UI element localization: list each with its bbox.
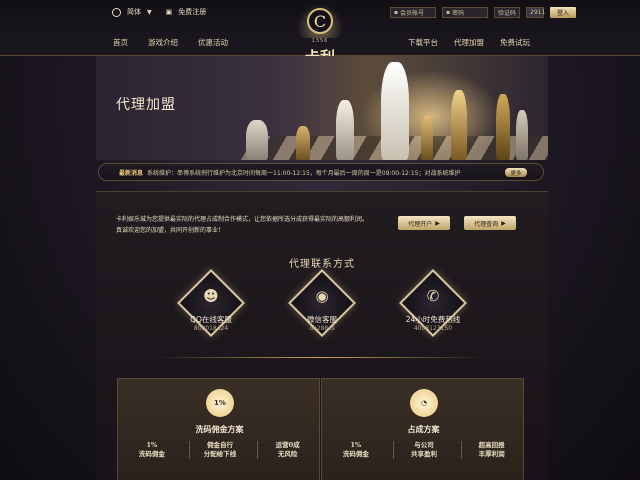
plan-title: 洗码佣金方案	[195, 425, 244, 434]
chess-piece-image	[421, 116, 433, 160]
logo-year: 1356	[311, 38, 329, 44]
chess-piece-image	[496, 94, 510, 160]
chess-piece-image	[381, 62, 409, 160]
nav-right: 下载平台 代理加盟 免费试玩	[408, 37, 530, 48]
chess-piece-image	[516, 110, 528, 160]
qq-icon: ☻	[203, 287, 219, 305]
agent-query-label: 代理查询	[474, 220, 499, 228]
plan-item: 佣金自行 分配给下线	[189, 441, 249, 459]
more-button[interactable]: 更多	[505, 168, 527, 177]
plan-item: 1% 洗码佣金	[342, 441, 369, 458]
contact-label: 24小时免费热线	[405, 315, 461, 324]
site-header: 简体 ▼ ▣ 免费注册 ▪ 会员帐号 ▪ 密码 验证码 2911 登入 首页 游…	[0, 0, 640, 66]
main-content: 卡利娱乐城为您提供最实际的代理占成制合作模式，让您依据所选分成获得最实际的高额利…	[96, 191, 548, 480]
ticker-text: 系统维护：串博系统例行维护为北京时间每周一11:00-12:15，每个月最后一周…	[147, 169, 461, 177]
captcha-code: 2911	[530, 8, 546, 16]
login-button[interactable]: 登入	[550, 6, 576, 18]
agent-apply-button[interactable]: 代理开户 ▶	[398, 216, 450, 230]
phone-icon: ✆	[426, 287, 440, 305]
play-icon: ▶	[501, 219, 506, 227]
divider-glow	[156, 357, 486, 358]
plan-items: 1% 洗码佣金 与公司 共享盈利 超高回报 丰厚利润	[322, 441, 525, 459]
plan-items: 1% 洗码佣金 佣金自行 分配给下线 运营0成 无风险	[118, 441, 321, 459]
nav-trial[interactable]: 免费试玩	[500, 37, 530, 48]
login-bar: ▪ 会员帐号 ▪ 密码 验证码 2911 登入	[390, 5, 576, 19]
captcha-image[interactable]: 2911	[526, 6, 546, 18]
plan-panel-rebate: 1% 洗码佣金方案 1% 洗码佣金 佣金自行 分配给下线 运营0成 无风险	[117, 378, 320, 480]
agent-apply-label: 代理开户	[408, 220, 433, 228]
play-icon: ▶	[435, 219, 440, 227]
register-link[interactable]: 免费注册	[178, 7, 206, 17]
pie-chart-icon: ◔	[410, 389, 438, 417]
language-select[interactable]: 简体	[127, 7, 141, 17]
chip-icon: 1%	[206, 389, 234, 417]
top-left-bar: 简体 ▼ ▣ 免费注册	[112, 5, 206, 19]
contact-value: 4008123150	[413, 325, 453, 332]
plan-panel-share: ◔ 占成方案 1% 洗码佣金 与公司 共享盈利 超高回报 丰厚利润	[321, 378, 524, 480]
chess-piece-image	[451, 90, 467, 160]
nav-games[interactable]: 游戏介绍	[148, 37, 178, 48]
agent-query-button[interactable]: 代理查询 ▶	[464, 216, 516, 230]
captcha-placeholder: 验证码	[498, 9, 517, 17]
banner-title: 代理加盟	[116, 97, 176, 113]
nav-home[interactable]: 首页	[113, 37, 128, 48]
nav-left: 首页 游戏介绍 优惠活动	[113, 37, 228, 48]
contact-section-title: 代理联系方式	[289, 259, 355, 270]
plan-item: 超高回报 丰厚利润	[461, 441, 521, 459]
chess-piece-image	[246, 120, 268, 160]
nav-promotions[interactable]: 优惠活动	[198, 37, 228, 48]
password-field[interactable]: ▪ 密码	[442, 6, 488, 18]
account-placeholder: 会员帐号	[400, 9, 425, 17]
intro-line-2: 真诚欢迎您的加盟，共同开创新的事业！	[116, 227, 225, 234]
logo-emblem: C	[307, 8, 333, 34]
nav-download[interactable]: 下载平台	[408, 37, 438, 48]
ticker-label: 最新消息	[119, 169, 144, 177]
intro-text: 卡利娱乐城为您提供最实际的代理占成制合作模式，让您依据所选分成获得最实际的高额利…	[116, 214, 396, 236]
globe-icon	[112, 7, 121, 17]
password-placeholder: 密码	[452, 9, 465, 17]
hero-banner: 代理加盟	[96, 56, 548, 160]
plan-item: 1% 洗码佣金	[138, 441, 165, 458]
captcha-field[interactable]: 验证码	[494, 6, 520, 18]
account-field[interactable]: ▪ 会员帐号	[390, 6, 436, 18]
contact-hotline[interactable]: ✆ 24小时免费热线 4008123150	[368, 269, 498, 357]
plan-title: 占成方案	[407, 425, 440, 434]
chess-piece-image	[336, 100, 354, 160]
wechat-icon: ◉	[315, 287, 329, 305]
register-icon: ▣	[165, 8, 173, 16]
chevron-down-icon[interactable]: ▼	[147, 9, 152, 16]
lock-icon: ▪	[446, 8, 451, 16]
intro-line-1: 卡利娱乐城为您提供最实际的代理占成制合作模式，让您依据所选分成获得最实际的高额利…	[116, 216, 369, 223]
nav-agent[interactable]: 代理加盟	[454, 37, 484, 48]
chess-piece-image	[296, 126, 310, 160]
user-icon: ▪	[394, 8, 399, 16]
news-ticker: 最新消息 系统维护：串博系统例行维护为北京时间每周一11:00-12:15，每个…	[98, 163, 544, 181]
plan-item: 运营0成 无风险	[257, 441, 317, 459]
plan-item: 与公司 共享盈利	[393, 441, 453, 459]
